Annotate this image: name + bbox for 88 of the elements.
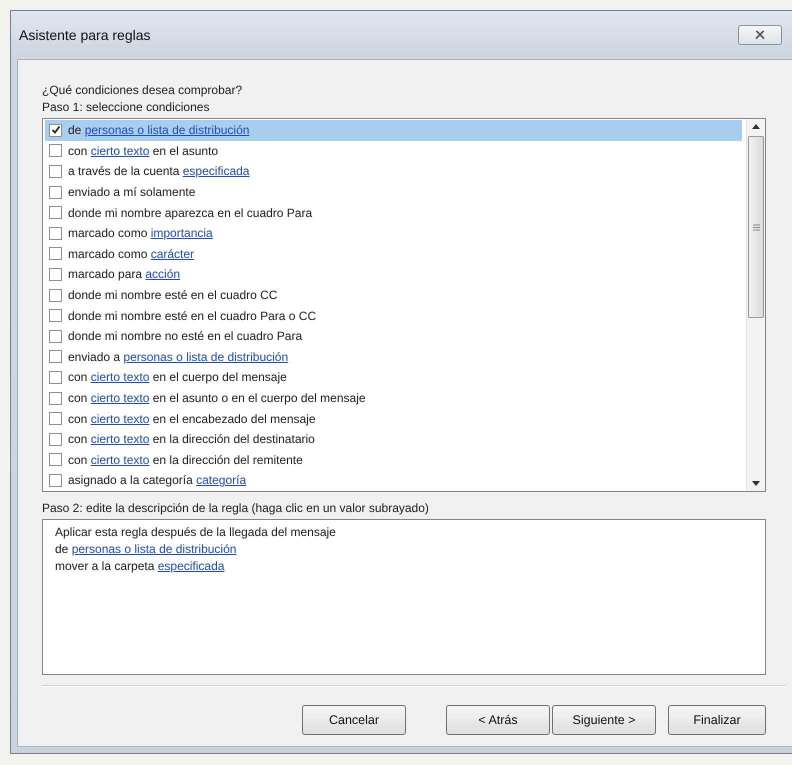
condition-row[interactable]: con cierto texto en la dirección del destinatario: [45, 428, 742, 450]
condition-row[interactable]: asignado a la categoría categoría: [45, 470, 742, 491]
link[interactable]: acción: [145, 267, 180, 282]
checkbox[interactable]: [49, 144, 62, 158]
checkbox[interactable]: [49, 474, 62, 487]
scroll-up-icon[interactable]: [752, 124, 760, 129]
condition-label: con cierto texto en el asunto o en el cuerpo del mensaje: [68, 391, 366, 406]
link[interactable]: carácter: [150, 246, 194, 261]
checkbox[interactable]: [49, 350, 62, 364]
condition-row[interactable]: donde mi nombre aparezca en el cuadro Para: [45, 202, 742, 223]
checkbox[interactable]: [49, 247, 62, 260]
scrollbar[interactable]: [746, 119, 765, 491]
condition-row[interactable]: con cierto texto en el asunto o en el cuerpo del mensaje: [45, 388, 742, 408]
condition-row[interactable]: con cierto texto en el asunto: [45, 140, 742, 162]
checkbox[interactable]: [49, 288, 62, 302]
checkbox[interactable]: [49, 330, 62, 343]
checkbox[interactable]: [49, 412, 62, 426]
condition-label: a través de la cuenta especificada: [68, 164, 250, 178]
grip-icon: [752, 224, 760, 230]
condition-label: asignado a la categoría categoría: [68, 473, 246, 488]
condition-row[interactable]: marcado como importancia: [45, 222, 742, 244]
condition-row[interactable]: donde mi nombre esté en el cuadro CC: [45, 284, 742, 306]
condition-label: marcado para acción: [68, 267, 180, 282]
link[interactable]: cierto texto: [90, 452, 150, 467]
link[interactable]: cierto texto: [90, 370, 150, 384]
condition-row[interactable]: con cierto texto en el cuerpo del mensaje: [45, 367, 742, 388]
condition-row[interactable]: enviado a mí solamente: [45, 182, 742, 202]
checkbox[interactable]: [49, 309, 62, 322]
link[interactable]: especificada: [182, 164, 250, 178]
link[interactable]: cierto texto: [90, 144, 150, 158]
condition-label: enviado a personas o lista de distribución: [68, 350, 288, 364]
condition-label: enviado a mí solamente: [68, 185, 196, 200]
condition-row[interactable]: marcado como carácter: [45, 244, 742, 264]
link[interactable]: especificada: [158, 559, 224, 573]
condition-label: donde mi nombre esté en el cuadro CC: [68, 288, 278, 302]
condition-row[interactable]: marcado para acción: [45, 264, 742, 285]
link[interactable]: cierto texto: [90, 391, 150, 406]
condition-label: donde mi nombre no esté en el cuadro Para: [68, 329, 302, 344]
checkbox[interactable]: [49, 164, 62, 178]
checkbox[interactable]: [49, 268, 62, 281]
condition-row[interactable]: con cierto texto en el encabezado del mensaje: [45, 408, 742, 429]
close-icon: [755, 30, 765, 40]
condition-row[interactable]: enviado a personas o lista de distribución: [45, 346, 742, 368]
condition-label: donde mi nombre esté en el cuadro Para o CC: [68, 308, 316, 323]
step-label: Paso 1: seleccione condiciones: [42, 99, 210, 116]
description-line: mover a la carpeta especificada: [55, 559, 224, 573]
checkbox[interactable]: [49, 226, 62, 240]
checkmark-icon: [50, 125, 60, 136]
condition-label: con cierto texto en el cuerpo del mensaje: [68, 370, 287, 384]
condition-row[interactable]: de personas o lista de distribución: [45, 120, 742, 141]
condition-label: marcado como carácter: [68, 246, 194, 261]
close-button[interactable]: [738, 25, 782, 45]
dialog-button[interactable]: Finalizar: [668, 705, 766, 735]
condition-label: con cierto texto en la dirección del destinatario: [68, 432, 315, 446]
condition-row[interactable]: donde mi nombre esté en el cuadro Para o CC: [45, 305, 742, 326]
condition-label: marcado como importancia: [68, 226, 213, 240]
condition-label: con cierto texto en el asunto: [68, 144, 218, 158]
prompt-text: ¿Qué condiciones desea comprobar?: [42, 82, 244, 99]
link[interactable]: personas o lista de distribución: [123, 350, 288, 364]
condition-label: con cierto texto en el encabezado del mensaje: [68, 412, 316, 426]
scroll-thumb[interactable]: [748, 136, 764, 318]
checkbox[interactable]: [49, 370, 62, 384]
dialog-button[interactable]: Cancelar: [302, 705, 406, 735]
checkbox[interactable]: [49, 206, 62, 220]
link[interactable]: personas o lista de distribución: [72, 542, 236, 556]
condition-row[interactable]: a través de la cuenta especificada: [45, 161, 742, 182]
window-title: Asistente para reglas: [19, 27, 151, 43]
description-line: Aplicar esta regla después de la llegada del mensaje: [55, 525, 336, 539]
condition-row[interactable]: con cierto texto en la dirección del remitente: [45, 450, 742, 470]
checkbox[interactable]: [49, 432, 62, 446]
link[interactable]: cierto texto: [90, 432, 150, 446]
condition-label: con cierto texto en la dirección del remitente: [68, 452, 303, 467]
condition-label: de personas o lista de distribución: [68, 123, 250, 138]
link[interactable]: personas o lista de distribución: [84, 123, 250, 138]
description-line: de personas o lista de distribución: [55, 542, 236, 556]
condition-label: donde mi nombre aparezca en el cuadro Para: [68, 206, 312, 220]
dialog-button[interactable]: Siguiente >: [552, 705, 656, 735]
link[interactable]: categoría: [196, 473, 246, 488]
checkbox[interactable]: [49, 186, 62, 199]
checkbox[interactable]: [49, 124, 62, 137]
condition-row[interactable]: donde mi nombre no esté en el cuadro Para: [45, 326, 742, 347]
link[interactable]: cierto texto: [90, 412, 150, 426]
dialog-button[interactable]: < Atrás: [446, 705, 550, 735]
checkbox[interactable]: [49, 453, 62, 466]
link[interactable]: importancia: [150, 226, 213, 240]
step-label: Paso 2: edite la descripción de la regla (haga clic en un valor subrayado): [42, 500, 430, 517]
checkbox[interactable]: [49, 392, 62, 405]
scroll-down-icon[interactable]: [752, 481, 760, 486]
